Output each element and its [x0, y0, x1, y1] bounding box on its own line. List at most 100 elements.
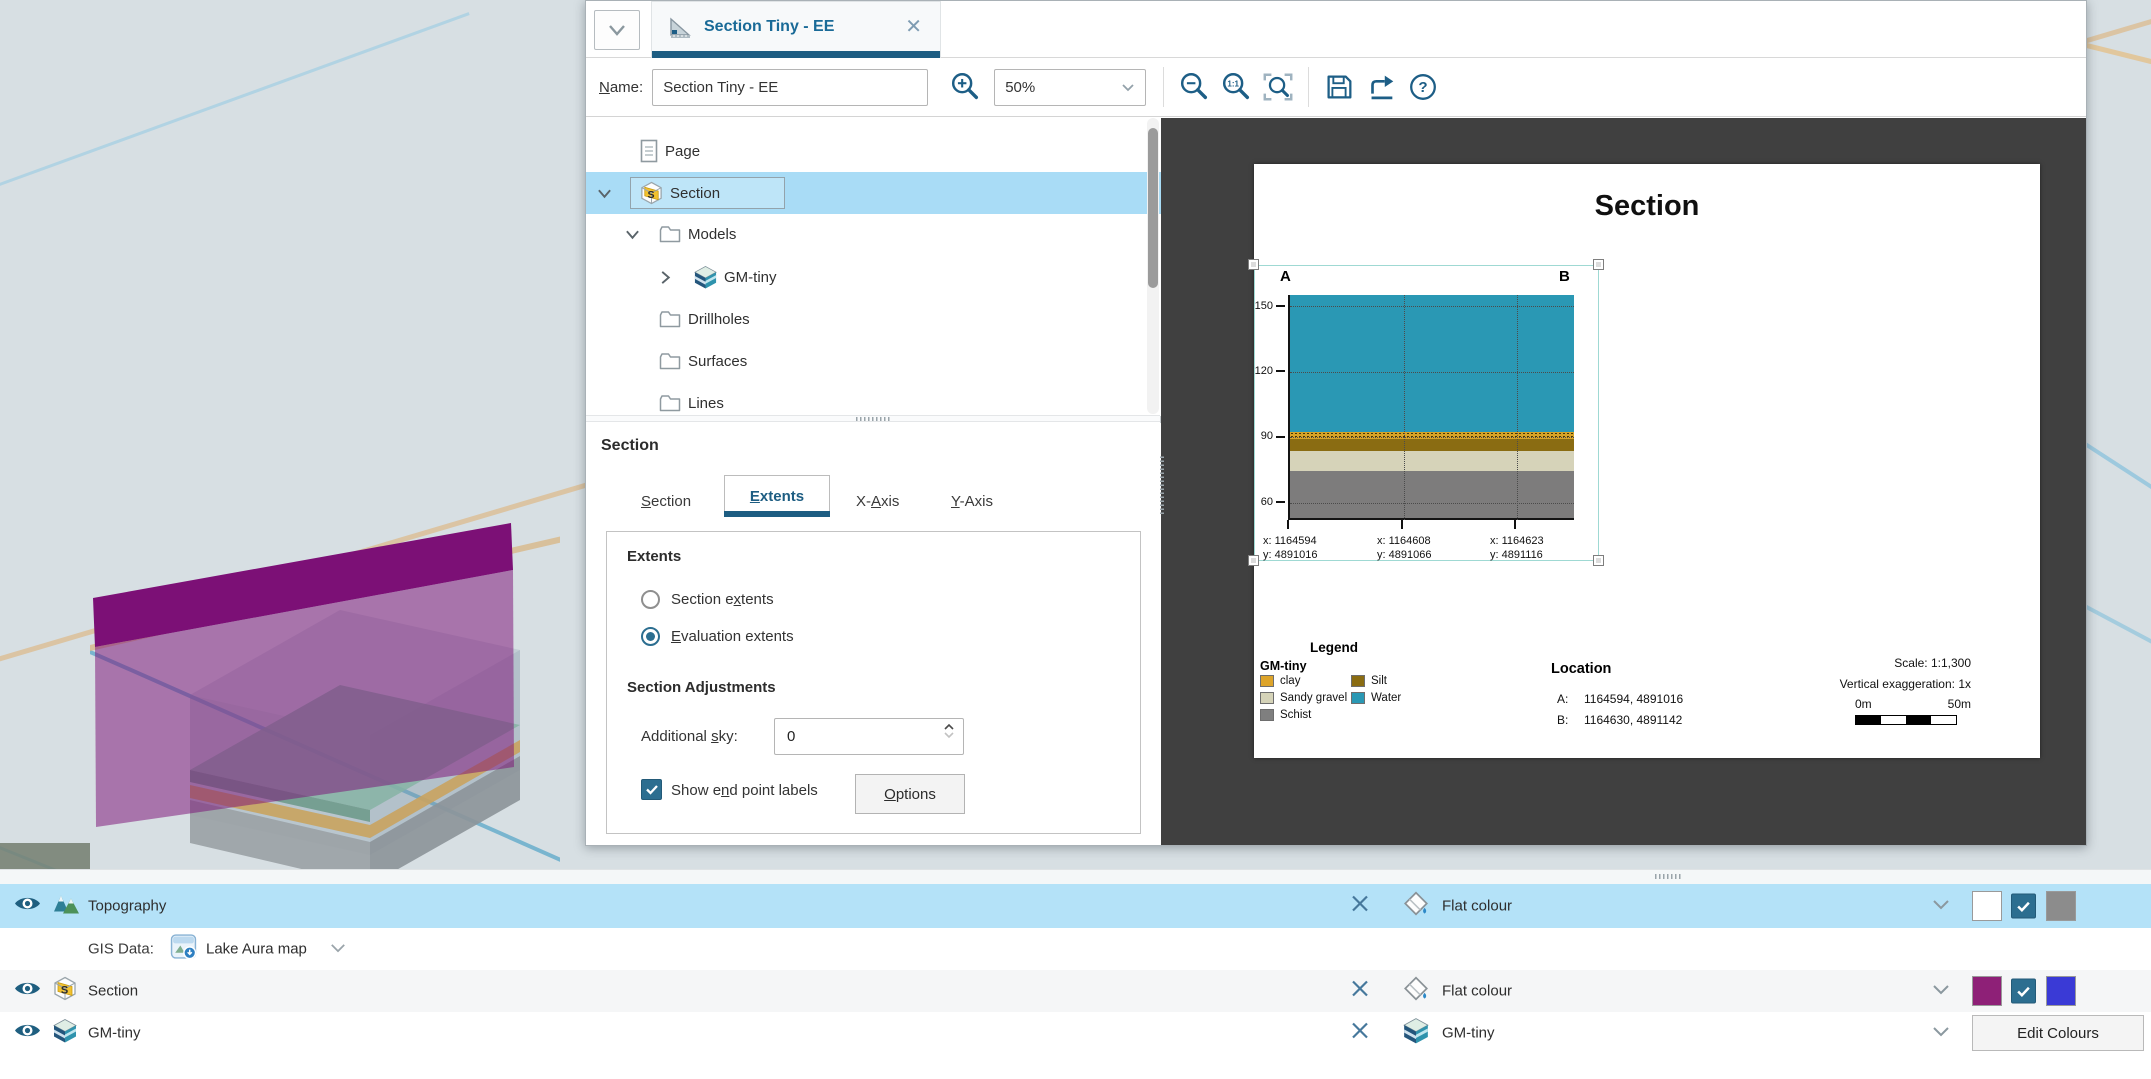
x-tick	[1514, 520, 1516, 529]
zoom-in-button[interactable]	[947, 69, 983, 105]
check-icon	[645, 784, 659, 795]
shape-list-splitter[interactable]	[0, 869, 2151, 884]
tree-item-focus-box: S Section	[630, 177, 785, 209]
extents-heading: Extents	[627, 548, 681, 565]
spinner-up-icon[interactable]	[943, 723, 955, 731]
geological-model-cube-icon	[1402, 1017, 1430, 1050]
gridline	[1290, 503, 1574, 504]
legend-swatch-water	[1351, 692, 1365, 704]
tree-item-surfaces[interactable]: Surfaces	[586, 340, 1146, 382]
legend-title: Legend	[1294, 640, 1374, 655]
layout-page[interactable]: Section A B 150 120 90 60	[1254, 164, 2040, 758]
help-button[interactable]: ?	[1405, 69, 1441, 105]
chevron-down-icon[interactable]	[1932, 982, 1950, 1000]
tab-title: Section Tiny - EE	[704, 18, 901, 36]
tree-scrollbar-thumb[interactable]	[1148, 128, 1158, 288]
folder-icon	[658, 393, 682, 413]
options-button[interactable]: Options	[855, 774, 965, 814]
secondary-colour-checkbox[interactable]	[2011, 979, 2036, 1004]
coordinate-label: x: 1164623y: 4891116	[1490, 534, 1600, 562]
radio-section-extents[interactable]	[641, 590, 660, 609]
chevron-down-icon[interactable]	[1932, 1024, 1950, 1042]
endpoint-label-a: A	[1280, 268, 1291, 285]
remove-button[interactable]	[1350, 894, 1370, 919]
additional-sky-stepper[interactable]: 0	[774, 718, 964, 755]
secondary-colour-checkbox[interactable]	[2011, 894, 2036, 919]
chevron-down-icon	[607, 23, 627, 37]
save-button[interactable]	[1321, 69, 1357, 105]
visibility-button[interactable]	[14, 895, 41, 918]
toolbar: Name: 50%	[586, 58, 2086, 117]
export-button[interactable]	[1363, 69, 1399, 105]
shape-list-panel: Topography Flat colour GIS Data:	[0, 884, 2151, 1079]
radio-evaluation-extents[interactable]	[641, 627, 660, 646]
chevron-down-icon[interactable]	[330, 940, 346, 958]
zoom-fit-button[interactable]	[1260, 69, 1296, 105]
svg-text:?: ?	[1419, 79, 1428, 96]
y-tick-label: 150	[1247, 300, 1273, 312]
shape-row-gm-tiny[interactable]: GM-tiny GM-tiny Edit Colours	[0, 1012, 2151, 1054]
chevron-down-icon[interactable]	[624, 229, 640, 240]
selection-handle[interactable]	[1248, 259, 1259, 270]
chevron-down-icon[interactable]	[596, 188, 612, 199]
display-mode-value: Flat colour	[1442, 983, 1512, 1000]
horizontal-splitter[interactable]	[586, 415, 1160, 422]
svg-text:S: S	[647, 189, 654, 201]
primary-colour-swatch[interactable]	[1972, 891, 2002, 921]
legend-swatch-clay	[1260, 675, 1274, 687]
scalebar-right-label: 50m	[1948, 697, 1971, 711]
secondary-colour-swatch[interactable]	[2046, 976, 2076, 1006]
primary-colour-swatch[interactable]	[1972, 976, 2002, 1006]
tab-section-tiny-ee[interactable]: Section Tiny - EE ✕	[651, 1, 941, 58]
location-a-label: A:	[1557, 692, 1568, 706]
eye-icon	[14, 980, 41, 998]
tab-section[interactable]: Section	[641, 493, 691, 510]
selection-handle[interactable]	[1248, 555, 1259, 566]
zoom-level-select[interactable]: 50%	[994, 69, 1146, 106]
shape-row-section[interactable]: S Section Flat colour	[0, 970, 2151, 1012]
tab-list-button[interactable]	[594, 10, 640, 50]
chevron-right-icon[interactable]	[657, 270, 673, 285]
shape-row-topography[interactable]: Topography Flat colour	[0, 884, 2151, 928]
remove-button[interactable]	[1350, 1021, 1370, 1046]
tree-item-drillholes[interactable]: Drillholes	[586, 298, 1146, 340]
tree-item-gm-tiny[interactable]: GM-tiny	[586, 256, 1146, 298]
shape-row-gis-data[interactable]: GIS Data: Lake Aura map	[0, 928, 2151, 970]
zoom-out-button[interactable]	[1176, 69, 1212, 105]
edit-colours-button[interactable]: Edit Colours	[1972, 1015, 2144, 1051]
visibility-button[interactable]	[14, 1022, 41, 1045]
close-icon[interactable]: ✕	[901, 15, 926, 39]
vertical-splitter-grip[interactable]	[1160, 456, 1164, 514]
secondary-colour-swatch[interactable]	[2046, 891, 2076, 921]
remove-button[interactable]	[1350, 979, 1370, 1004]
name-input[interactable]	[652, 69, 928, 106]
chevron-down-icon[interactable]	[1932, 897, 1950, 915]
visibility-button[interactable]	[14, 980, 41, 1003]
tree-item-section[interactable]: S Section	[586, 172, 1161, 214]
tree-item-label: Drillholes	[688, 311, 750, 328]
legend-label: Water	[1371, 692, 1401, 704]
tab-x-axis[interactable]: X-Axis	[856, 493, 899, 510]
spinner-down-icon[interactable]	[943, 731, 955, 739]
selection-handle[interactable]	[1593, 259, 1604, 270]
tree-item-lines[interactable]: Lines	[586, 382, 1146, 416]
tab-extents[interactable]: Extents	[724, 475, 830, 517]
show-end-point-labels-checkbox[interactable]	[641, 779, 662, 800]
tree-scrollbar[interactable]	[1147, 118, 1159, 414]
active-tab-underline	[724, 511, 830, 517]
layer-sandy-gravel	[1290, 451, 1574, 472]
tree-item-models[interactable]: Models	[586, 213, 1146, 255]
zoom-level-value: 50%	[1005, 79, 1035, 96]
tree-item-page[interactable]: Page	[586, 130, 1146, 172]
section-plot	[1288, 295, 1574, 520]
page-preview-pane[interactable]: Section A B 150 120 90 60	[1161, 118, 2086, 845]
chevron-down-icon	[1121, 83, 1135, 92]
location-title: Location	[1551, 661, 1611, 677]
tree-item-label: Surfaces	[688, 353, 747, 370]
zoom-in-icon	[948, 70, 982, 104]
zoom-actual-size-button[interactable]: 1:1	[1218, 69, 1254, 105]
tab-y-axis[interactable]: Y-Axis	[951, 493, 993, 510]
folder-icon	[658, 351, 682, 371]
coordinate-label: x: 1164608y: 4891066	[1377, 534, 1487, 562]
active-tab-underline	[652, 51, 940, 58]
